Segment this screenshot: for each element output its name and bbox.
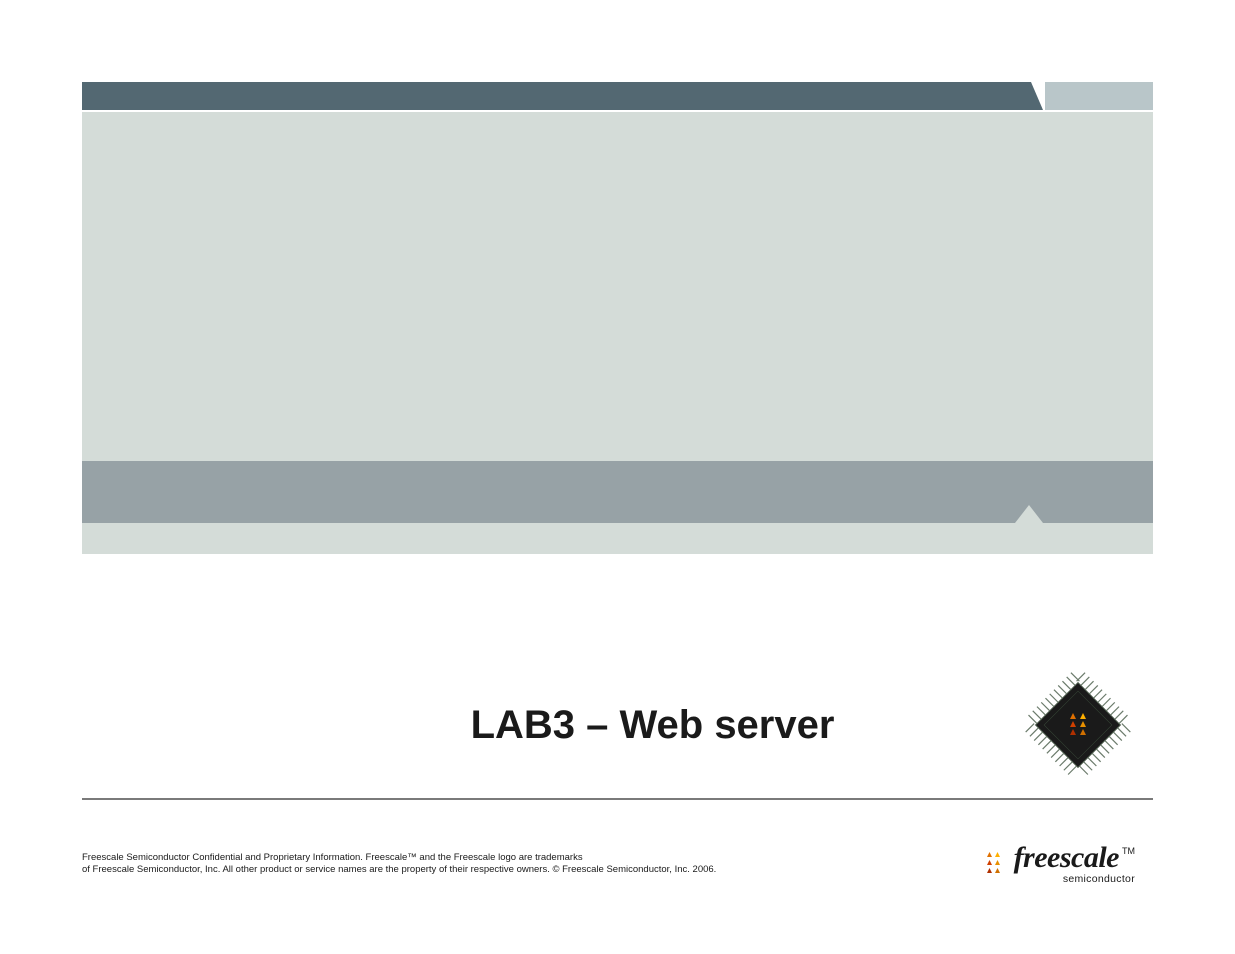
brand-tm: TM xyxy=(1122,847,1135,856)
slide-title: LAB3 – Web server xyxy=(82,703,1023,748)
header-bar-main xyxy=(82,82,1031,110)
content-panel-band xyxy=(82,461,1153,523)
disclaimer-line-1: Freescale Semiconductor Confidential and… xyxy=(82,852,716,864)
brand-sub: semiconductor xyxy=(1014,874,1135,885)
title-section: LAB3 – Web server xyxy=(82,670,1153,800)
content-panel-body xyxy=(82,112,1153,461)
panel-notch-icon xyxy=(1015,505,1043,523)
brand-name: freescale xyxy=(1014,843,1119,873)
chip-svg xyxy=(1023,670,1133,780)
disclaimer-text: Freescale Semiconductor Confidential and… xyxy=(82,852,716,876)
header-bar-accent xyxy=(1045,82,1153,110)
brand-logo: freescale TM semiconductor xyxy=(984,843,1135,885)
header-bar xyxy=(82,82,1153,110)
chip-icon xyxy=(1023,670,1133,780)
freescale-logo-icon xyxy=(984,849,1010,875)
disclaimer-line-2: of Freescale Semiconductor, Inc. All oth… xyxy=(82,864,716,876)
content-panel-footer xyxy=(82,523,1153,554)
content-panel xyxy=(82,112,1153,554)
brand-text: freescale TM semiconductor xyxy=(1014,843,1135,885)
